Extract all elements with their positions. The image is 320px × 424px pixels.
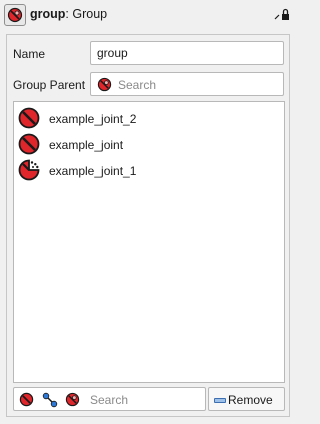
member-search-input[interactable] [88,390,204,410]
group-filter-icon[interactable] [65,392,80,410]
name-field[interactable] [90,41,284,65]
title-name: group [30,7,66,21]
list-item-label: example_joint [49,138,124,152]
joint-filter-icon[interactable] [19,392,34,410]
name-label: Name [13,47,46,61]
joint-icon [18,107,40,132]
remove-button[interactable]: Remove [208,387,285,411]
group-parent-input[interactable] [116,75,280,95]
group-icon[interactable] [4,4,26,26]
member-search-bar[interactable] [13,387,206,411]
panel-title: group: Group [30,7,107,21]
lock-icon[interactable] [274,6,290,22]
list-item-label: example_joint_2 [49,112,137,126]
group-panel: Name Group Parent example_joint_2 [6,34,290,417]
rotational-joint-icon [18,159,40,184]
minus-icon [214,398,226,403]
members-list[interactable]: example_joint_2 example_joint example_jo… [13,101,285,383]
list-item-label: example_joint_1 [49,164,137,178]
joint-icon [18,133,40,158]
list-item[interactable]: example_joint_1 [18,158,280,182]
group-parent-label: Group Parent [13,78,86,92]
link-filter-icon[interactable] [42,392,58,411]
group-icon [97,77,112,95]
list-item[interactable]: example_joint_2 [18,106,280,130]
group-parent-search[interactable] [90,72,284,96]
list-item[interactable]: example_joint [18,132,280,156]
title-bar: group: Group [0,0,297,30]
remove-button-label: Remove [228,393,273,407]
title-type: : Group [65,7,108,21]
